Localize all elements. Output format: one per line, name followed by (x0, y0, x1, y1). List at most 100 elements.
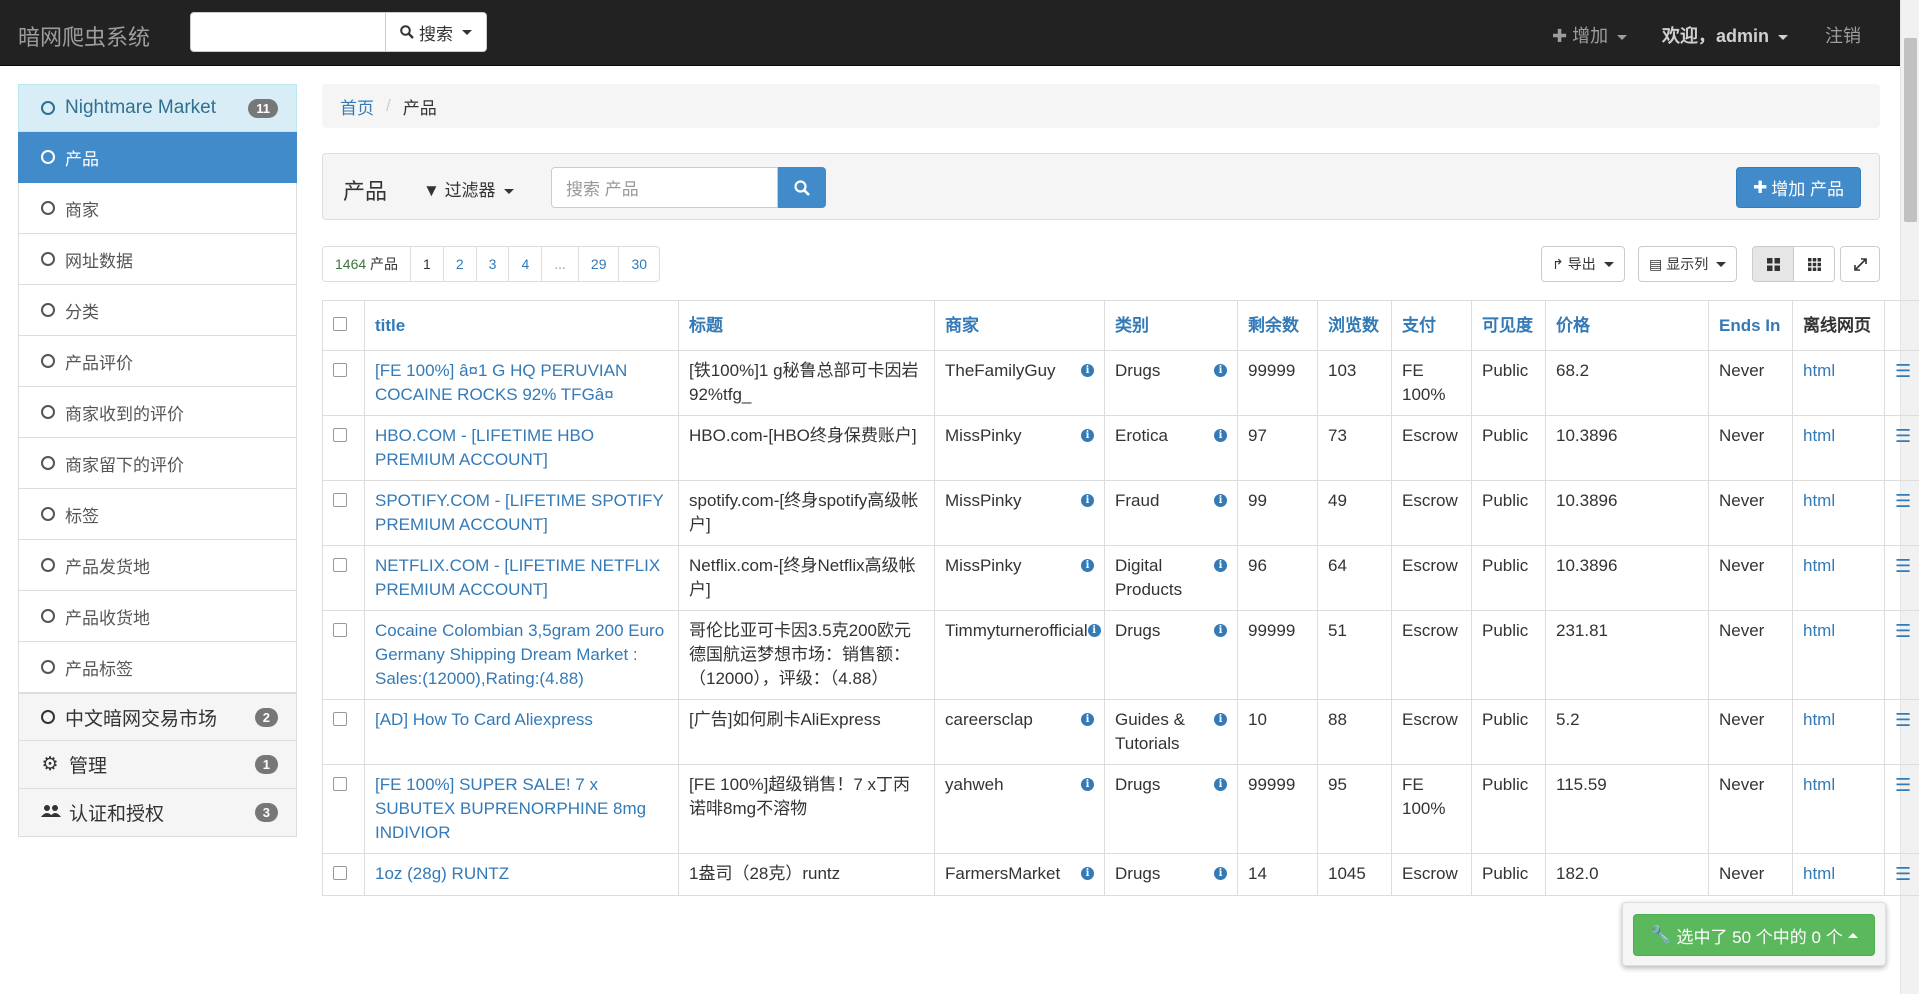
offline-html-link[interactable]: html (1803, 621, 1835, 640)
product-title-link[interactable]: [FE 100%] SUPER SALE! 7 x SUBUTEX BUPREN… (375, 775, 646, 842)
offline-html-link[interactable]: html (1803, 864, 1835, 883)
column-header-ends-in[interactable]: Ends In (1708, 300, 1793, 351)
offline-html-link[interactable]: html (1803, 556, 1835, 575)
sidebar-item-ship-from[interactable]: 产品发货地 (18, 540, 297, 591)
list-icon[interactable]: ☰ (1895, 556, 1911, 576)
product-title-link[interactable]: NETFLIX.COM - [LIFETIME NETFLIX PREMIUM … (375, 556, 660, 599)
scrollbar-thumb[interactable] (1904, 38, 1917, 222)
sidebar-group-nightmare-market[interactable]: Nightmare Market 11 (18, 84, 297, 132)
brand-title[interactable]: 暗网爬虫系统 (18, 20, 150, 52)
sidebar-item-product-reviews[interactable]: 产品评价 (18, 336, 297, 387)
sidebar-item-categories[interactable]: 分类 (18, 285, 297, 336)
column-header-views[interactable]: 浏览数 (1317, 300, 1392, 351)
list-icon[interactable]: ☰ (1895, 621, 1911, 641)
sidebar-item-ship-to[interactable]: 产品收货地 (18, 591, 297, 642)
list-icon[interactable]: ☰ (1895, 491, 1911, 511)
column-header-price[interactable]: 价格 (1545, 300, 1709, 351)
product-title-link[interactable]: HBO.COM - [LIFETIME HBO PREMIUM ACCOUNT] (375, 426, 594, 469)
info-icon[interactable]: i (1081, 559, 1094, 572)
product-title-link[interactable]: [FE 100%] â¤1 G HQ PERUVIAN COCAINE ROCK… (375, 361, 627, 404)
sidebar-item-product-tags[interactable]: 产品标签 (18, 642, 297, 693)
table-row[interactable]: [AD] How To Card Aliexpress [广告]如何刷卡AliEx… (322, 699, 1919, 765)
info-icon[interactable]: i (1214, 494, 1227, 507)
row-checkbox[interactable] (333, 558, 347, 572)
info-icon[interactable]: i (1214, 713, 1227, 726)
navbar-search-input[interactable] (190, 12, 386, 52)
columns-button[interactable]: ▤ 显示列 (1638, 246, 1738, 282)
add-dropdown[interactable]: ✚ 增加 (1552, 22, 1628, 48)
navbar-search-button[interactable]: 搜索 (386, 12, 487, 52)
grid-small-view-button[interactable] (1793, 246, 1835, 282)
info-icon[interactable]: i (1214, 559, 1227, 572)
product-search-input[interactable]: 搜索 产品 (551, 167, 778, 208)
page-link-1[interactable]: 1 (410, 246, 444, 282)
sidebar-item-tags[interactable]: 标签 (18, 489, 297, 540)
list-icon[interactable]: ☰ (1895, 864, 1911, 884)
sidebar-group-admin[interactable]: ⚙ 管理 1 (18, 741, 297, 789)
sidebar-group-auth[interactable]: 认证和授权 3 (18, 789, 297, 837)
column-header-visibility[interactable]: 可见度 (1471, 300, 1546, 351)
column-header-payment[interactable]: 支付 (1391, 300, 1472, 351)
table-row[interactable]: NETFLIX.COM - [LIFETIME NETFLIX PREMIUM … (322, 545, 1919, 611)
sidebar-item-vendors[interactable]: 商家 (18, 183, 297, 234)
table-row[interactable]: [FE 100%] â¤1 G HQ PERUVIAN COCAINE ROCK… (322, 350, 1919, 416)
info-icon[interactable]: i (1087, 624, 1101, 637)
offline-html-link[interactable]: html (1803, 491, 1835, 510)
offline-html-link[interactable]: html (1803, 775, 1835, 794)
sidebar-item-url-data[interactable]: 网址数据 (18, 234, 297, 285)
selection-actions-button[interactable]: 🔧 选中了 50 个中的 0 个 (1633, 914, 1875, 956)
info-icon[interactable]: i (1214, 624, 1227, 637)
column-header-cn-title[interactable]: 标题 (678, 300, 935, 351)
sidebar-group-chinese-market[interactable]: 中文暗网交易市场 2 (18, 693, 297, 741)
logout-link[interactable]: 注销 (1825, 22, 1861, 48)
table-row[interactable]: Cocaine Colombian 3,5gram 200 Euro Germa… (322, 610, 1919, 700)
info-icon[interactable]: i (1081, 429, 1094, 442)
page-link-3[interactable]: 3 (475, 246, 510, 282)
info-icon[interactable]: i (1081, 713, 1094, 726)
list-icon[interactable]: ☰ (1895, 426, 1911, 446)
breadcrumb-home-link[interactable]: 首页 (340, 94, 374, 119)
fullscreen-button[interactable] (1840, 246, 1880, 282)
offline-html-link[interactable]: html (1803, 426, 1835, 445)
product-search-button[interactable] (778, 167, 826, 208)
info-icon[interactable]: i (1081, 778, 1094, 791)
row-checkbox[interactable] (333, 777, 347, 791)
page-link-29[interactable]: 29 (577, 246, 620, 282)
info-icon[interactable]: i (1214, 867, 1227, 880)
user-menu[interactable]: 欢迎，admin (1662, 22, 1789, 48)
info-icon[interactable]: i (1214, 364, 1227, 377)
product-title-link[interactable]: 1oz (28g) RUNTZ (375, 864, 509, 883)
table-row[interactable]: SPOTIFY.COM - [LIFETIME SPOTIFY PREMIUM … (322, 480, 1919, 546)
row-checkbox[interactable] (333, 363, 347, 377)
row-checkbox[interactable] (333, 623, 347, 637)
add-product-button[interactable]: ✚ 增加 产品 (1736, 167, 1861, 208)
product-title-link[interactable]: Cocaine Colombian 3,5gram 200 Euro Germa… (375, 621, 664, 688)
column-header-vendor[interactable]: 商家 (934, 300, 1105, 351)
row-checkbox[interactable] (333, 712, 347, 726)
table-row[interactable]: [FE 100%] SUPER SALE! 7 x SUBUTEX BUPREN… (322, 764, 1919, 854)
sidebar-item-vendor-left-reviews[interactable]: 商家留下的评价 (18, 438, 297, 489)
column-header-category[interactable]: 类别 (1104, 300, 1238, 351)
info-icon[interactable]: i (1081, 364, 1094, 377)
info-icon[interactable]: i (1081, 867, 1094, 880)
row-checkbox[interactable] (333, 866, 347, 880)
row-checkbox[interactable] (333, 493, 347, 507)
sidebar-item-products[interactable]: 产品 (18, 132, 297, 183)
sidebar-item-vendor-received-reviews[interactable]: 商家收到的评价 (18, 387, 297, 438)
table-row[interactable]: HBO.COM - [LIFETIME HBO PREMIUM ACCOUNT]… (322, 415, 1919, 481)
offline-html-link[interactable]: html (1803, 361, 1835, 380)
select-all-checkbox[interactable] (333, 317, 347, 331)
product-title-link[interactable]: SPOTIFY.COM - [LIFETIME SPOTIFY PREMIUM … (375, 491, 663, 534)
page-link-2[interactable]: 2 (442, 246, 477, 282)
product-title-link[interactable]: [AD] How To Card Aliexpress (375, 710, 593, 729)
table-row[interactable]: 1oz (28g) RUNTZ 1盎司（28克）runtz FarmersMarke… (322, 853, 1919, 896)
column-header-remaining[interactable]: 剩余数 (1237, 300, 1318, 351)
page-link-4[interactable]: 4 (508, 246, 543, 282)
offline-html-link[interactable]: html (1803, 710, 1835, 729)
grid-large-view-button[interactable] (1752, 246, 1794, 282)
column-header-title[interactable]: title (364, 300, 679, 351)
list-icon[interactable]: ☰ (1895, 710, 1911, 730)
info-icon[interactable]: i (1081, 494, 1094, 507)
export-button[interactable]: ↱ 导出 (1541, 246, 1625, 282)
list-icon[interactable]: ☰ (1895, 775, 1911, 795)
